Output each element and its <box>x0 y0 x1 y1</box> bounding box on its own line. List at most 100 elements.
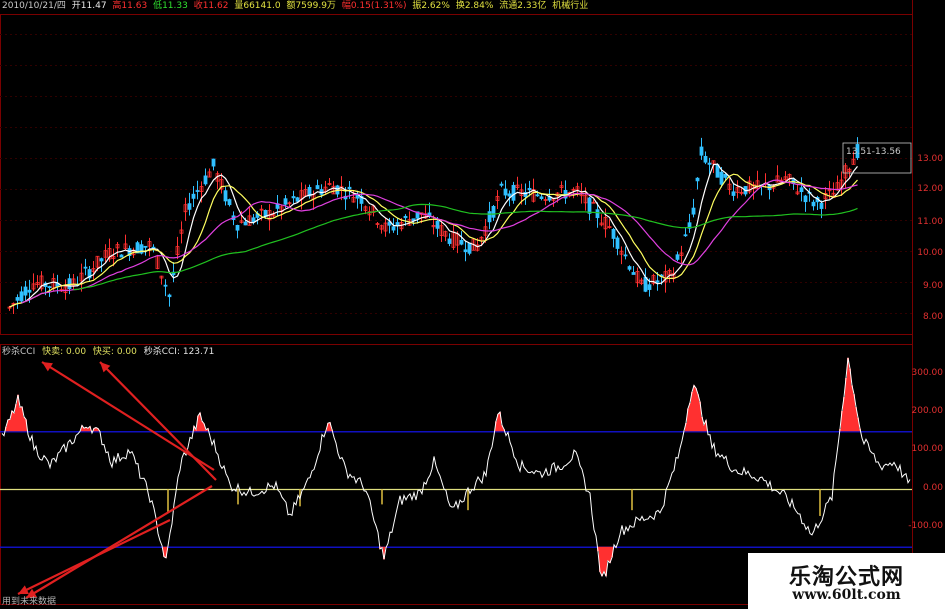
candle-body <box>315 185 320 190</box>
quote-float: 流通2.33亿 <box>499 1 547 11</box>
cci-tick-300: 300.00 <box>911 368 944 378</box>
candle-body <box>211 158 216 167</box>
indicator-value: 秒杀CCI: 123.71 <box>143 347 215 357</box>
annotation-arrow-1 <box>41 361 215 471</box>
candle-body <box>283 198 288 205</box>
candle-body <box>719 171 724 185</box>
candle-body <box>647 284 652 290</box>
price-panel-frame <box>0 14 913 335</box>
candle-body <box>715 164 720 178</box>
candle-body <box>119 254 124 258</box>
candle-body <box>627 266 632 270</box>
candle-body <box>643 276 648 292</box>
candle-body <box>235 224 240 231</box>
quote-open: 开11.47 <box>71 1 107 11</box>
price-tick-12: 12.00 <box>917 184 943 194</box>
candle-body <box>731 191 736 196</box>
watermark-box: 乐淘公式网 www.60lt.com <box>748 553 945 609</box>
cci-tick-200: 200.00 <box>911 406 944 416</box>
ma20-line <box>21 179 858 304</box>
candle-body <box>707 162 712 165</box>
candle-body <box>163 284 168 287</box>
candle-body <box>611 229 616 239</box>
indicator-header: 秒杀CCI 快卖: 0.00 快买: 0.00 秒杀CCI: 123.71 <box>2 346 218 358</box>
candle-body <box>143 245 148 248</box>
candle-body <box>623 254 628 257</box>
candle-body <box>435 220 440 229</box>
price-tick-10: 10.00 <box>917 248 943 258</box>
watermark-url: www.60lt.com <box>792 587 901 603</box>
candle-body <box>799 187 804 193</box>
quote-turnover: 换2.84% <box>455 1 494 11</box>
candle-body <box>587 197 592 214</box>
annotation-arrow-4 <box>25 485 213 599</box>
ma5-line <box>9 163 858 308</box>
candle-body <box>243 221 248 226</box>
candle-body <box>631 272 636 275</box>
candle-body <box>251 217 256 223</box>
price-range-label: 13.51-13.56 <box>846 147 901 157</box>
candle-body <box>403 215 408 219</box>
candle-body <box>447 238 452 244</box>
candle-body <box>703 155 708 163</box>
candle-body <box>295 197 300 202</box>
candle-body <box>499 183 504 186</box>
candle-body <box>27 289 32 293</box>
cci-tick-0: 0.00 <box>922 483 943 493</box>
candle-body <box>615 237 620 249</box>
candle-body <box>99 258 104 262</box>
candle-body <box>291 196 296 199</box>
candle-body <box>811 201 816 207</box>
candle-body <box>491 206 496 218</box>
candle-body <box>83 266 88 269</box>
candle-body <box>187 203 192 210</box>
candle-body <box>467 242 472 254</box>
kline-chart-canvas[interactable] <box>0 0 945 609</box>
candle-body <box>203 175 208 185</box>
quote-close: 收11.62 <box>193 1 229 11</box>
quote-high: 高11.63 <box>112 1 148 11</box>
quote-low: 低11.33 <box>153 1 188 11</box>
candle-body <box>459 240 464 245</box>
cci-tick-neg100: -100.00 <box>908 521 943 531</box>
candle-body <box>695 177 700 182</box>
candle-body <box>723 173 728 178</box>
price-tick-8: 8.00 <box>922 312 943 322</box>
future-data-note: 用到未来数据 <box>2 597 57 607</box>
candle-body <box>223 190 228 202</box>
price-tick-11: 11.00 <box>917 217 943 227</box>
candle-body <box>391 226 396 231</box>
candle-body <box>67 278 72 289</box>
candle-body <box>395 222 400 226</box>
quote-volume: 量66141.0 <box>234 1 281 11</box>
candle-body <box>15 297 20 301</box>
quote-date: 2010/10/21/四 <box>2 1 66 11</box>
candle-body <box>803 195 808 203</box>
candle-body <box>191 193 196 199</box>
ma10-line <box>9 173 858 308</box>
candle-body <box>487 211 492 223</box>
price-tick-9: 9.00 <box>922 281 943 291</box>
indicator-buy: 快买: 0.00 <box>92 347 137 357</box>
candle-body <box>675 254 680 260</box>
candle-body <box>527 188 532 191</box>
candle-body <box>167 294 172 298</box>
candle-body <box>819 202 824 209</box>
candle-body <box>539 196 544 199</box>
candle-body <box>683 234 688 237</box>
candle-body <box>511 184 516 201</box>
candle-body <box>699 146 704 156</box>
price-tick-13: 13.00 <box>917 154 943 164</box>
candle-body <box>595 209 600 219</box>
quote-change: 幅0.15(1.31%) <box>341 1 407 11</box>
indicator-name[interactable]: 秒杀CCI <box>2 347 35 357</box>
candle-body <box>227 199 232 206</box>
candle-body <box>195 190 200 192</box>
quote-header: 2010/10/21/四 开11.47 高11.63 低11.33 收11.62… <box>2 0 591 12</box>
cci-line <box>1 357 911 578</box>
cci-tick-100: 100.00 <box>911 444 944 454</box>
candle-body <box>47 286 52 289</box>
chart-stage[interactable]: 2010/10/21/四 开11.47 高11.63 低11.33 收11.62… <box>0 0 945 609</box>
candle-body <box>691 207 696 215</box>
candle-body <box>347 186 352 190</box>
